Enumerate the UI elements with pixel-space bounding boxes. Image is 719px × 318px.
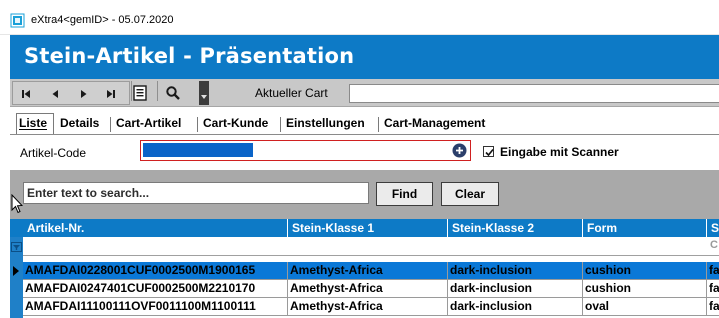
checkmark-icon bbox=[485, 148, 494, 157]
window-title: eXtra4<gemID> - 05.07.2020 bbox=[31, 14, 174, 26]
tab-separator bbox=[110, 117, 111, 132]
cell-artikel: AMAFDAI11100111OVF0011100M1100111 bbox=[23, 298, 288, 316]
scanner-label: Eingabe mit Scanner bbox=[500, 145, 619, 159]
window-titlebar: eXtra4<gemID> - 05.07.2020 bbox=[0, 0, 719, 35]
column-header-form[interactable]: Form bbox=[583, 219, 707, 237]
clear-button[interactable]: Clear bbox=[441, 182, 499, 206]
tab-label: Details bbox=[60, 116, 100, 130]
table-row[interactable]: AMAFDAI11100111OVF0011100M1100111 Amethy… bbox=[23, 298, 719, 316]
cell-form: cushion bbox=[583, 280, 707, 298]
search-icon[interactable] bbox=[164, 84, 182, 102]
tab-details[interactable]: Details bbox=[58, 116, 101, 133]
table-row[interactable]: AMAFDAI0247401CUF0002500M2210170 Amethys… bbox=[23, 280, 719, 298]
cell-klasse2: dark-inclusion bbox=[448, 280, 583, 298]
scanner-checkbox[interactable] bbox=[483, 146, 494, 157]
artikel-code-label: Artikel-Code bbox=[20, 146, 87, 160]
cart-label: Aktueller Cart bbox=[255, 86, 328, 100]
filter-row[interactable]: C bbox=[23, 237, 719, 256]
cell-artikel: AMAFDAI0228001CUF0002500M1900165 bbox=[23, 262, 288, 280]
tab-label: Einstellungen bbox=[286, 116, 365, 130]
cell-form: oval bbox=[583, 298, 707, 316]
cell-klasse1: Amethyst-Africa bbox=[288, 298, 448, 316]
tab-cart-management[interactable]: Cart-Management bbox=[382, 116, 487, 133]
column-header-s[interactable]: S bbox=[707, 219, 719, 237]
cell-form: cushion bbox=[583, 262, 707, 280]
cell-klasse2: dark-inclusion bbox=[448, 298, 583, 316]
cell-klasse2: dark-inclusion bbox=[448, 262, 583, 280]
toolbar-separator bbox=[157, 81, 158, 101]
last-icon[interactable] bbox=[102, 85, 120, 103]
tab-label: Cart-Artikel bbox=[116, 116, 182, 130]
column-header-artikel[interactable]: Artikel-Nr. bbox=[23, 219, 288, 237]
tab-label: Liste bbox=[19, 116, 48, 130]
filter-hint: C bbox=[710, 239, 718, 251]
search-panel: Enter text to search... Find Clear bbox=[10, 170, 719, 219]
artikel-code-input[interactable] bbox=[140, 140, 471, 161]
article-grid: Artikel-Nr. Stein-Klasse 1 Stein-Klasse … bbox=[10, 219, 719, 318]
mouse-cursor-icon bbox=[11, 194, 23, 214]
current-cart-field[interactable] bbox=[349, 84, 719, 103]
tab-label: Cart-Kunde bbox=[203, 116, 269, 130]
column-header-klasse1[interactable]: Stein-Klasse 1 bbox=[288, 219, 448, 237]
grid-header: Artikel-Nr. Stein-Klasse 1 Stein-Klasse … bbox=[10, 219, 719, 237]
tab-separator bbox=[378, 117, 379, 132]
tab-liste[interactable]: Liste bbox=[16, 113, 54, 135]
tab-separator bbox=[197, 117, 198, 132]
record-navigator bbox=[12, 81, 130, 105]
find-button[interactable]: Find bbox=[376, 182, 433, 206]
table-row[interactable]: AMAFDAI0228001CUF0002500M1900165 Amethys… bbox=[23, 262, 719, 280]
cell-klasse1: Amethyst-Africa bbox=[288, 262, 448, 280]
cell-s: fa bbox=[707, 262, 719, 280]
toolbar: Aktueller Cart bbox=[10, 79, 719, 107]
tab-label: Cart-Management bbox=[384, 116, 486, 130]
filter-icon[interactable] bbox=[11, 242, 22, 252]
tab-underline bbox=[10, 134, 719, 135]
tab-separator bbox=[280, 117, 281, 132]
tab-cart-kunde[interactable]: Cart-Kunde bbox=[201, 116, 270, 133]
first-icon[interactable] bbox=[17, 85, 35, 103]
previous-icon[interactable] bbox=[46, 85, 64, 103]
next-icon[interactable] bbox=[75, 85, 93, 103]
current-row-icon bbox=[13, 266, 19, 276]
cell-artikel: AMAFDAI0247401CUF0002500M2210170 bbox=[23, 280, 288, 298]
cell-s: fa bbox=[707, 298, 719, 316]
tab-cart-artikel[interactable]: Cart-Artikel bbox=[114, 116, 183, 133]
cell-s: fa bbox=[707, 280, 719, 298]
text-selection bbox=[143, 143, 253, 157]
tab-bar: Liste Details Cart-Artikel Cart-Kunde Ei… bbox=[10, 107, 719, 135]
toolbar-overflow-button[interactable] bbox=[199, 81, 209, 105]
list-icon[interactable] bbox=[131, 84, 149, 102]
app-icon bbox=[10, 13, 25, 28]
page-title: Stein-Artikel - Präsentation bbox=[24, 44, 355, 68]
column-header-klasse2[interactable]: Stein-Klasse 2 bbox=[448, 219, 583, 237]
page-header: Stein-Artikel - Präsentation bbox=[10, 35, 719, 79]
cell-klasse1: Amethyst-Africa bbox=[288, 280, 448, 298]
add-icon[interactable] bbox=[452, 143, 467, 158]
tab-einstellungen[interactable]: Einstellungen bbox=[284, 116, 367, 133]
search-input[interactable]: Enter text to search... bbox=[23, 182, 369, 204]
